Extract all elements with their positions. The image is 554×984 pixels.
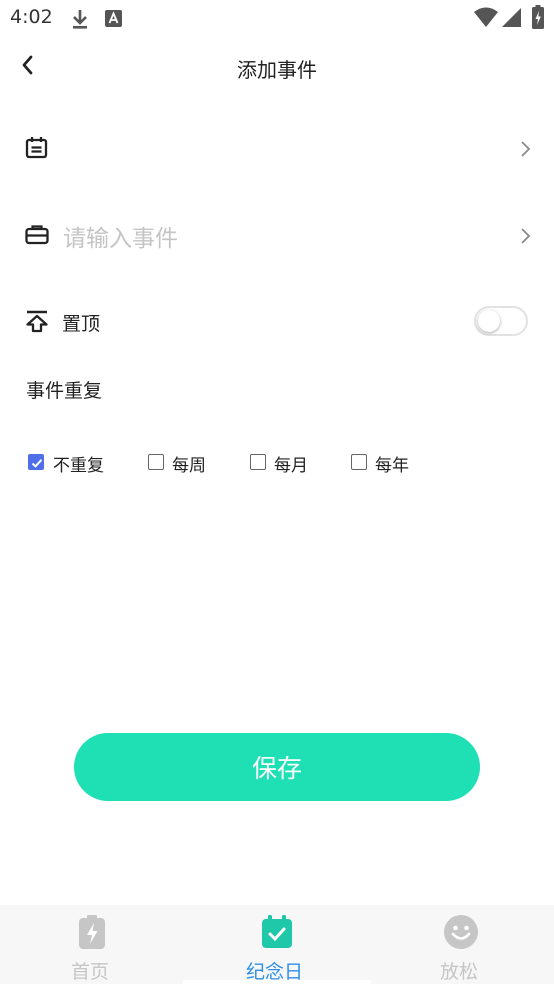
checkbox[interactable] (250, 454, 266, 470)
a-badge-icon (105, 10, 122, 27)
pin-toggle[interactable] (474, 306, 528, 336)
save-button[interactable]: 保存 (74, 733, 480, 801)
page-title: 添加事件 (237, 58, 317, 82)
battery-charging-icon (532, 5, 544, 29)
tab-anniversary[interactable]: 纪念日 (231, 905, 323, 984)
repeat-option-label: 每周 (172, 456, 206, 476)
tab-label: 放松 (440, 961, 479, 983)
repeat-section-title: 事件重复 (26, 380, 103, 402)
checkbox[interactable] (148, 454, 164, 470)
pin-row: 置顶 (0, 291, 554, 351)
checkbox-checked[interactable] (28, 454, 44, 470)
status-time: 4:02 (10, 6, 53, 28)
event-input[interactable]: 请输入事件 (63, 219, 178, 253)
briefcase-icon (25, 225, 49, 245)
toggle-knob (478, 310, 500, 332)
calendar-check-icon (262, 915, 292, 948)
checkbox[interactable] (351, 454, 367, 470)
chevron-right-icon (521, 228, 531, 244)
status-bar: 4:02 (0, 0, 554, 38)
repeat-option-label: 每年 (375, 456, 409, 476)
home-indicator (183, 980, 371, 984)
tab-label: 首页 (71, 961, 110, 983)
pin-top-icon (26, 310, 48, 333)
calendar-icon (25, 137, 48, 159)
tab-home[interactable]: 首页 (46, 905, 138, 984)
repeat-option-label: 每月 (274, 456, 308, 476)
tab-bar: 首页 纪念日 放松 (0, 905, 554, 984)
chevron-right-icon (521, 141, 531, 157)
repeat-options: 不重复 每周 每月 每年 (0, 450, 554, 476)
pin-label: 置顶 (62, 313, 101, 335)
event-row[interactable]: 请输入事件 (0, 205, 554, 265)
check-icon (31, 459, 43, 468)
download-icon (73, 10, 87, 29)
wifi-icon (474, 7, 498, 27)
smile-icon (444, 915, 478, 949)
date-row[interactable] (0, 119, 554, 179)
repeat-option-label: 不重复 (53, 456, 104, 476)
signal-icon (502, 8, 521, 27)
tab-relax[interactable]: 放松 (415, 905, 507, 984)
battery-bolt-icon (79, 915, 105, 949)
